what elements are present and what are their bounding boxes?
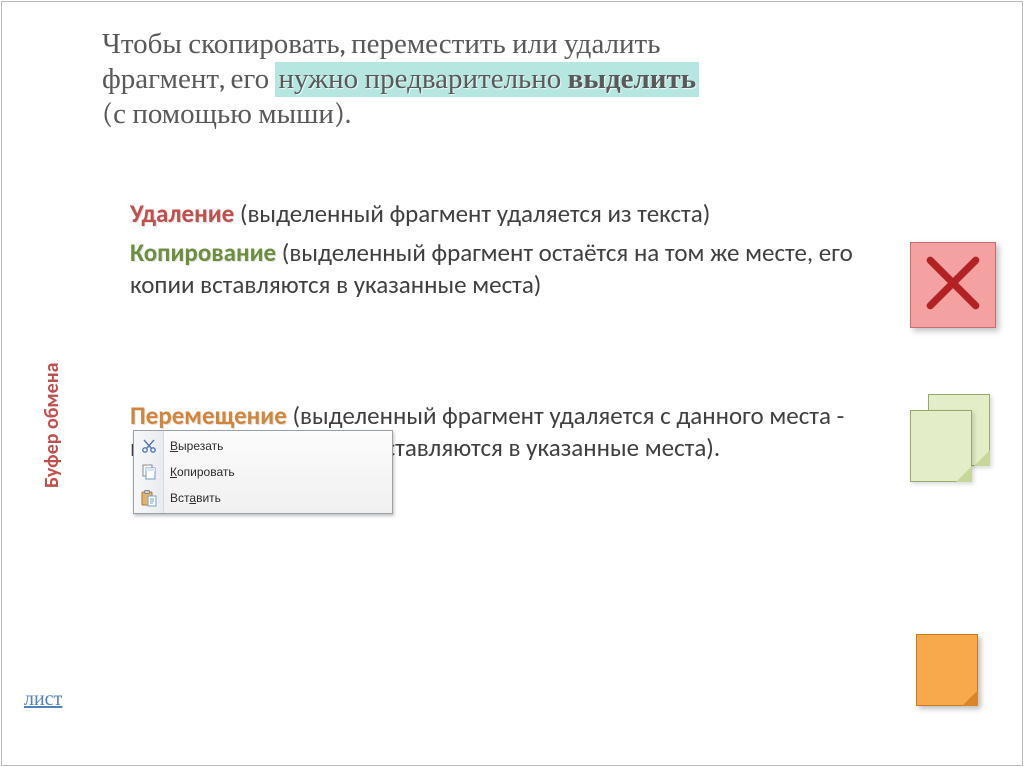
title-highlight-bold: выделить <box>568 63 696 96</box>
close-x-icon <box>922 252 984 319</box>
menu-cut-u: В <box>170 439 178 453</box>
menu-item-cut[interactable]: Вырезать <box>134 433 392 459</box>
scissors-icon <box>140 437 158 455</box>
illustration-delete <box>910 242 996 328</box>
slide-content: Чтобы скопировать, переместить или удали… <box>10 10 1014 757</box>
para-delete: Удаление (выделенный фрагмент удаляется … <box>130 198 910 231</box>
menu-spacer <box>130 308 910 400</box>
menu-item-paste[interactable]: Вставить <box>134 485 392 511</box>
menu-paste-pre: Вст <box>170 491 189 505</box>
term-move: Перемещение <box>130 400 287 431</box>
context-menu: Вырезать Копировать Вставить <box>133 430 393 514</box>
text-delete: (выделенный фрагмент удаляется из текста… <box>234 198 710 229</box>
paste-icon <box>140 489 158 507</box>
illustration-move <box>912 630 982 710</box>
menu-copy-u: К <box>170 465 177 479</box>
title-line2a: фрагмент, его <box>102 63 275 96</box>
title-line3: (с помощью мыши). <box>102 98 351 131</box>
menu-item-copy[interactable]: Копировать <box>134 459 392 485</box>
move-sheet <box>916 634 978 706</box>
title-highlight-a: нужно предварительно <box>278 63 567 96</box>
para-copy: Копирование (выделенный фрагмент остаётс… <box>130 237 910 302</box>
term-delete: Удаление <box>130 198 234 229</box>
menu-cut-rest: ырезать <box>178 439 223 453</box>
title-line1: Чтобы скопировать, переместить или удали… <box>102 28 660 61</box>
term-copy: Копирование <box>130 237 276 268</box>
copy-icon <box>140 463 158 481</box>
sheet-link[interactable]: лист <box>24 687 62 711</box>
menu-copy-rest: опировать <box>177 465 235 479</box>
clipboard-label: Буфер обмена <box>40 362 64 488</box>
copy-sheet-front <box>910 410 972 482</box>
menu-paste-rest: вить <box>196 491 221 505</box>
illustration-copy <box>910 394 990 482</box>
slide-title: Чтобы скопировать, переместить или удали… <box>102 28 902 132</box>
